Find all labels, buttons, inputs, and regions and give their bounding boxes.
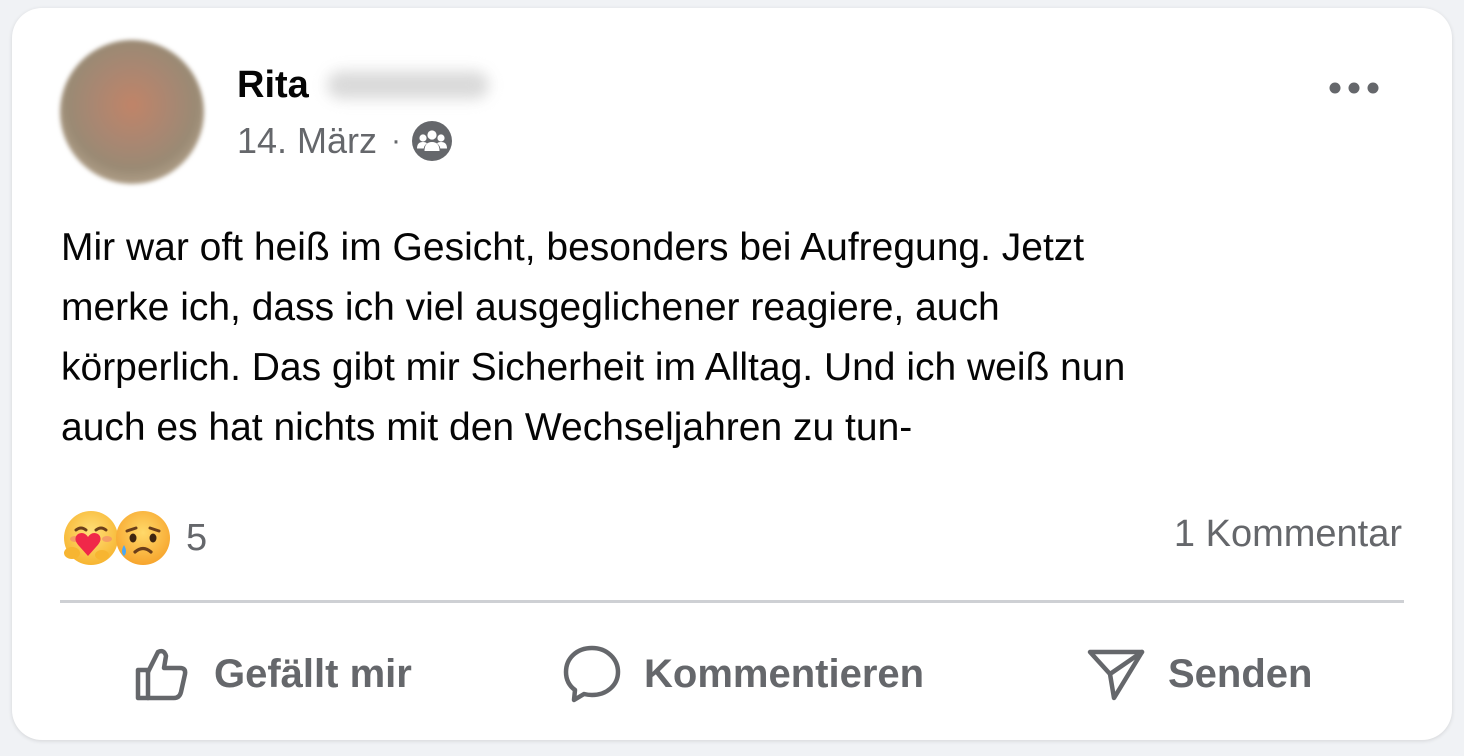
comment-count-link[interactable]: 1 Kommentar bbox=[1174, 513, 1402, 556]
divider bbox=[60, 600, 1404, 603]
reaction-count: 5 bbox=[186, 516, 208, 559]
send-button[interactable]: Senden bbox=[1084, 642, 1312, 706]
author-surname-redacted bbox=[326, 71, 489, 99]
care-reaction-icon bbox=[64, 511, 118, 565]
send-label: Senden bbox=[1168, 651, 1313, 696]
reactions-summary[interactable]: 5 bbox=[62, 508, 207, 568]
more-horizontal-icon bbox=[1329, 82, 1379, 94]
thumbs-up-icon bbox=[135, 648, 188, 701]
avatar[interactable] bbox=[60, 40, 204, 184]
like-button[interactable]: Gefällt mir bbox=[130, 642, 412, 706]
post-meta: 14. März · bbox=[237, 118, 453, 164]
post-date[interactable]: 14. März bbox=[237, 120, 377, 162]
author-name[interactable]: Rita bbox=[237, 64, 309, 107]
friends-group-icon[interactable] bbox=[411, 120, 453, 162]
comment-label: Kommentieren bbox=[644, 651, 925, 696]
meta-separator: · bbox=[391, 124, 402, 157]
comment-bubble-icon bbox=[563, 645, 621, 703]
send-icon bbox=[1087, 649, 1145, 701]
post-actions-bar: Gefällt mir Kommentieren Senden bbox=[60, 614, 1404, 734]
author-name-row[interactable]: Rita bbox=[237, 60, 489, 110]
post-card: Rita 14. März · Mir war oft heiß im Gesi… bbox=[12, 8, 1452, 740]
comment-button[interactable]: Kommentieren bbox=[560, 642, 924, 706]
like-label: Gefällt mir bbox=[214, 651, 412, 696]
post-text: Mir war oft heiß im Gesicht, besonders b… bbox=[61, 226, 1126, 449]
more-options-button[interactable] bbox=[1324, 72, 1384, 104]
sad-reaction-icon bbox=[116, 511, 170, 565]
